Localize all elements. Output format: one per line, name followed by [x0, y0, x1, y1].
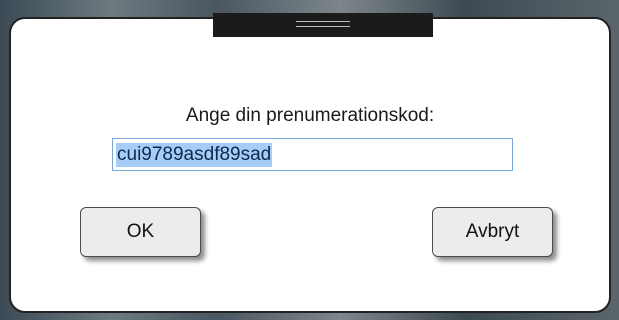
subscription-code-input[interactable]: cui9789asdf89sad	[112, 138, 513, 171]
cancel-button[interactable]: Avbryt	[432, 207, 553, 257]
subscription-code-dialog: Ange din prenumerationskod: cui9789asdf8…	[9, 13, 611, 313]
selected-code-text[interactable]: cui9789asdf89sad	[116, 142, 273, 167]
grip-lines-icon	[296, 21, 350, 27]
dialog-prompt: Ange din prenumerationskod:	[185, 105, 435, 126]
ok-button[interactable]: OK	[80, 207, 201, 257]
drag-handle[interactable]	[213, 13, 433, 37]
